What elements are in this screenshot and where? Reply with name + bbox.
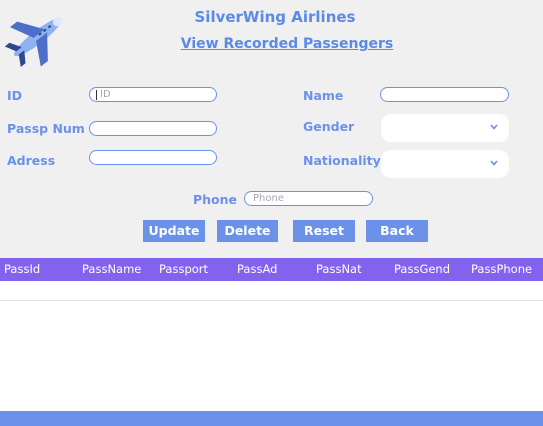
reset-button[interactable]: Reset	[293, 220, 355, 242]
column-header-passgend[interactable]: PassGend	[394, 262, 450, 276]
name-field[interactable]	[380, 87, 509, 102]
back-button[interactable]: Back	[366, 220, 428, 242]
text-cursor	[96, 90, 97, 100]
passport-number-field[interactable]	[89, 121, 217, 136]
update-button[interactable]: Update	[143, 220, 205, 242]
airline-title: SilverWing Airlines	[194, 8, 356, 26]
name-label: Name	[303, 88, 344, 103]
gender-select[interactable]	[381, 114, 509, 142]
id-placeholder: ID	[100, 89, 111, 100]
table-header: PassId PassName Passport PassAd PassNat …	[0, 258, 543, 281]
table-row-divider	[0, 300, 543, 301]
id-field[interactable]: ID	[89, 87, 217, 102]
adress-label: Adress	[7, 153, 56, 168]
column-header-passad[interactable]: PassAd	[237, 262, 277, 276]
column-header-passnat[interactable]: PassNat	[316, 262, 362, 276]
adress-field[interactable]	[89, 150, 217, 165]
column-header-passphone[interactable]: PassPhone	[471, 262, 532, 276]
column-header-passname[interactable]: PassName	[82, 262, 141, 276]
chevron-down-icon	[490, 160, 498, 166]
phone-field[interactable]: Phone	[244, 191, 373, 206]
delete-button[interactable]: Delete	[217, 220, 278, 242]
gender-label: Gender	[303, 119, 355, 134]
nationality-label: Nationality	[303, 153, 381, 168]
chevron-down-icon	[490, 124, 498, 130]
footer-bar	[0, 411, 543, 426]
page-title-link[interactable]: View Recorded Passengers	[0, 36, 543, 52]
column-header-passid[interactable]: PassId	[4, 262, 40, 276]
column-header-passport[interactable]: Passport	[159, 262, 208, 276]
phone-placeholder: Phone	[253, 193, 284, 204]
phone-label: Phone	[193, 192, 238, 207]
nationality-select[interactable]	[381, 150, 509, 178]
passport-number-label: Passp Num	[7, 121, 85, 136]
id-label: ID	[7, 88, 23, 103]
